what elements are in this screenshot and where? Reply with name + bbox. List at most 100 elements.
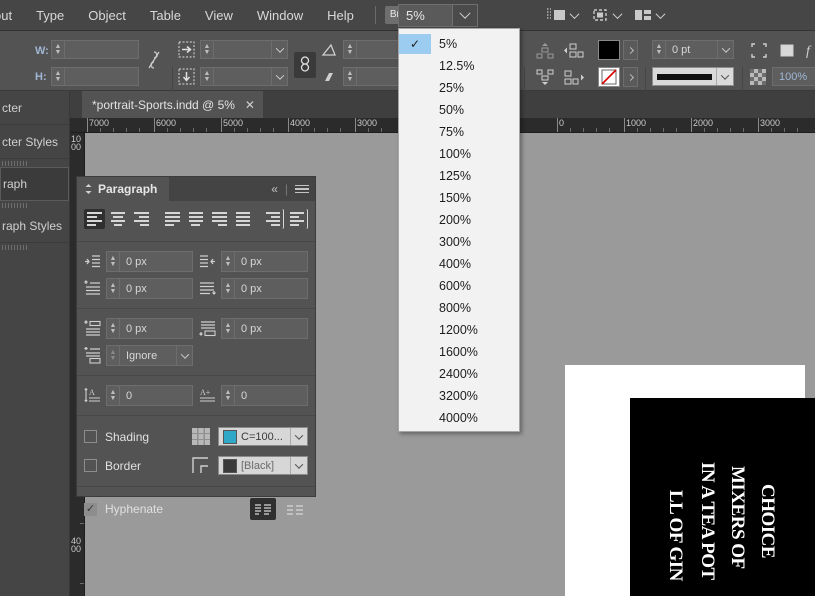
adobe-paragraph-composer-button[interactable] [250,498,276,520]
stroke-color-swatch[interactable] [598,67,620,87]
menu-item-type[interactable]: Type [24,0,76,31]
space-before-stepper[interactable]: ▲ ▼ [107,319,120,338]
height-stepper[interactable]: ▲ ▼ [52,68,65,85]
zoom-option-125[interactable]: 12.5% [399,55,519,77]
zoom-option-150[interactable]: 150% [399,187,519,209]
fill-color-swatch[interactable] [598,40,620,60]
height-input[interactable]: ▲ ▼ [51,67,139,86]
stroke-style-dropdown[interactable] [652,67,734,86]
dock-item-paragraph-styles[interactable]: raph Styles [0,209,69,243]
distribute-bottom-icon[interactable] [535,69,555,86]
border-checkbox[interactable] [84,459,97,472]
drop-cap-characters-stepper[interactable]: ▲ ▼ [222,386,235,405]
shading-color-dropdown[interactable]: C=100... [218,427,308,446]
right-indent-stepper[interactable]: ▲ ▼ [222,252,235,271]
stroke-weight-input[interactable]: ▲ ▼ 0 pt [652,40,734,59]
document-tab[interactable]: *portrait-Sports.indd @ 5% ✕ [82,91,263,118]
link-toggle-button[interactable] [294,52,316,78]
border-sides-icon[interactable] [192,457,210,474]
width-stepper[interactable]: ▲ ▼ [52,41,65,58]
justify-center-button[interactable] [186,209,207,229]
adobe-single-line-composer-button[interactable] [282,498,308,520]
screen-mode-button[interactable] [545,7,580,23]
black-text-frame[interactable]: LL OF GIN IN A TEA POT MIXERS OF CHOICE … [630,398,815,596]
hyphenate-checkbox[interactable] [84,502,97,516]
menu-item-help[interactable]: Help [315,0,366,31]
zoom-option-600[interactable]: 600% [399,275,519,297]
space-before-input[interactable]: ▲ ▼ 0 px [106,318,193,339]
drop-cap-lines-stepper[interactable]: ▲ ▼ [107,386,120,405]
zoom-option-1200[interactable]: 1200% [399,319,519,341]
zoom-option-100[interactable]: 100% [399,143,519,165]
collapse-icon[interactable]: « [271,182,278,196]
stroke-weight-dropdown[interactable] [717,41,733,58]
border-color-chevron[interactable] [290,457,307,474]
align-right-button[interactable] [131,209,152,229]
zoom-option-300[interactable]: 300% [399,231,519,253]
dock-item-character[interactable]: cter [0,91,69,125]
view-options-button[interactable] [590,7,623,23]
justify-all-button[interactable] [233,209,254,229]
zoom-option-25[interactable]: 25% [399,77,519,99]
last-line-indent-input[interactable]: ▲ ▼ 0 px [221,278,308,299]
x-offset-input[interactable]: ▲ ▼ [200,40,288,59]
zoom-level-dropdown-menu[interactable]: ✓ 5% 12.5% 25% 50% 75% 100% 125% 150% 20… [398,28,520,432]
right-indent-input[interactable]: ▲ ▼ 0 px [221,251,308,272]
menu-item-view[interactable]: View [193,0,245,31]
drop-cap-characters-input[interactable]: ▲ ▼ 0 [221,385,308,406]
stroke-weight-stepper[interactable]: ▲ ▼ [653,41,666,58]
zoom-option-4000[interactable]: 4000% [399,407,519,429]
zoom-option-2400[interactable]: 2400% [399,363,519,385]
x-offset-dropdown[interactable] [271,41,287,58]
zoom-option-800[interactable]: 800% [399,297,519,319]
dock-item-character-styles[interactable]: cter Styles [0,125,69,159]
arrange-documents-button[interactable] [633,8,666,22]
space-between-dropdown[interactable] [176,346,192,365]
y-offset-input[interactable]: ▲ ▼ [200,67,288,86]
constrain-proportions-icon[interactable] [147,50,161,70]
panel-menu-icon[interactable] [295,183,309,195]
distribute-top-icon[interactable] [535,42,555,59]
distribute-left-icon[interactable] [563,42,585,59]
shading-pattern-icon[interactable] [192,428,210,445]
left-indent-stepper[interactable]: ▲ ▼ [107,252,120,271]
zoom-option-3200[interactable]: 3200% [399,385,519,407]
zoom-level-dropdown-arrow[interactable] [452,4,478,27]
border-color-dropdown[interactable]: [Black] [218,456,308,475]
shading-color-chevron[interactable] [290,428,307,445]
dock-grip[interactable] [0,159,69,167]
close-icon[interactable]: ✕ [245,98,255,112]
space-after-input[interactable]: ▲ ▼ 0 px [221,318,308,339]
justify-left-button[interactable] [162,209,183,229]
space-after-stepper[interactable]: ▲ ▼ [222,319,235,338]
zoom-option-5[interactable]: ✓ 5% [399,33,519,55]
align-center-button[interactable] [108,209,129,229]
stroke-style-chevron[interactable] [716,68,733,85]
menu-item-table[interactable]: Table [138,0,193,31]
align-left-button[interactable] [84,209,105,229]
width-input[interactable]: ▲ ▼ [51,40,139,59]
menu-item-object[interactable]: Object [76,0,138,31]
align-towards-spine-button[interactable] [263,209,285,229]
rotate-stepper[interactable]: ▲ ▼ [344,41,357,58]
shading-checkbox[interactable] [84,430,97,443]
effects-icon[interactable] [778,42,796,59]
text-frame-options-icon[interactable]: f [806,44,810,60]
space-between-stepper[interactable]: ▲ ▼ [107,346,120,365]
first-line-indent-stepper[interactable]: ▲ ▼ [107,279,120,298]
corner-options-icon[interactable] [750,42,768,59]
zoom-option-1600[interactable]: 1600% [399,341,519,363]
stroke-color-dropdown[interactable] [623,67,638,87]
y-offset-stepper[interactable]: ▲ ▼ [201,68,214,85]
justify-right-button[interactable] [209,209,230,229]
drop-cap-lines-input[interactable]: ▲ ▼ 0 [106,385,193,406]
first-line-indent-input[interactable]: ▲ ▼ 0 px [106,278,193,299]
left-indent-input[interactable]: ▲ ▼ 0 px [106,251,193,272]
paragraph-panel-tab[interactable]: Paragraph [77,177,170,201]
zoom-option-200[interactable]: 200% [399,209,519,231]
align-away-spine-button[interactable] [287,209,308,229]
zoom-option-50[interactable]: 50% [399,99,519,121]
opacity-input[interactable]: 100% [772,67,815,86]
space-between-same-style-input[interactable]: ▲ ▼ Ignore [106,345,193,366]
dock-item-paragraph[interactable]: raph [0,167,69,201]
